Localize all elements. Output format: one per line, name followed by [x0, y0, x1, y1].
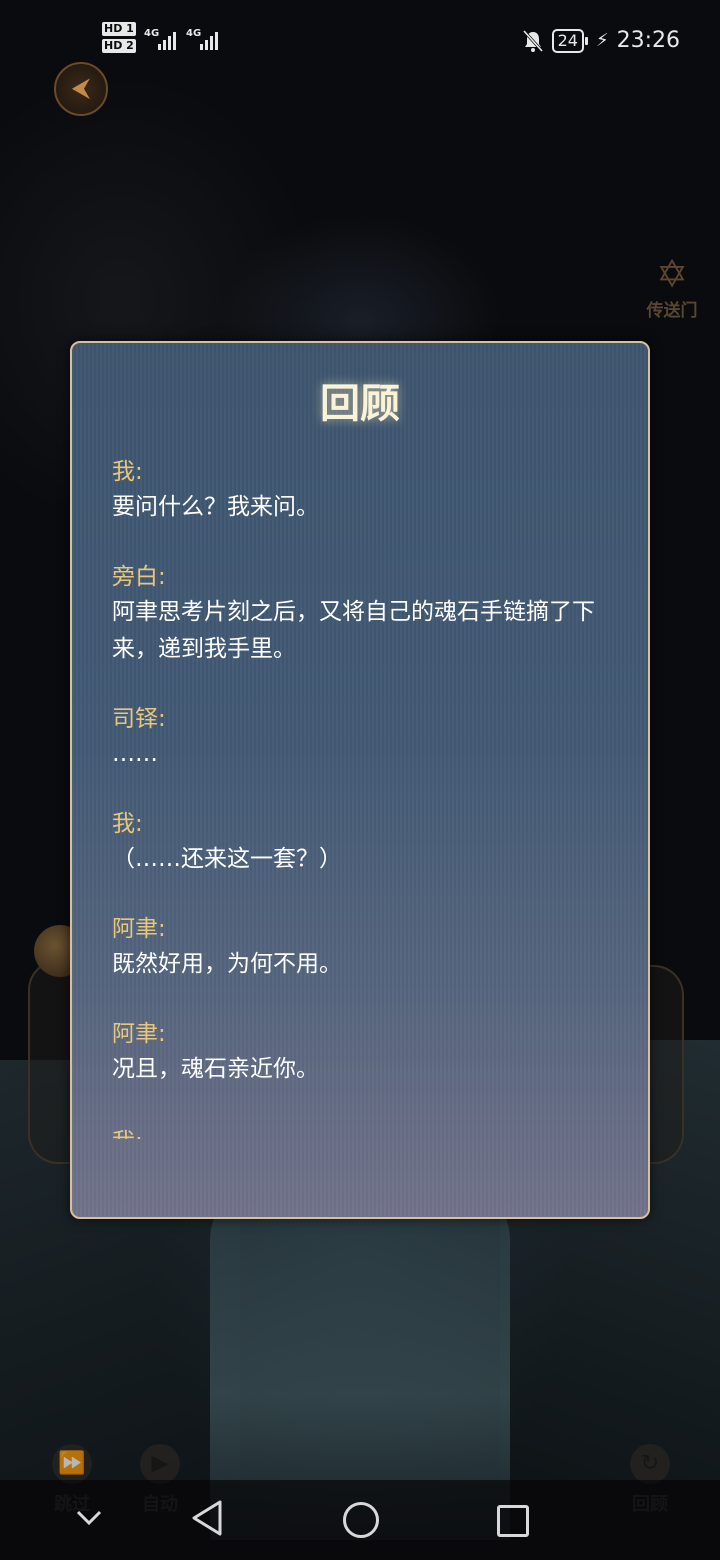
log-entry: 阿聿: 况且，魂石亲近你。 [112, 1017, 608, 1088]
dialogue-text: 况且，魂石亲近你。 [112, 1056, 319, 1082]
speaker-name: 我: [112, 811, 143, 837]
mute-bell-icon [522, 29, 543, 52]
hexagram-icon: ✡ [656, 252, 688, 296]
dialogue-text: 阿聿思考片刻之后，又将自己的魂石手链摘了下来，递到我手里。 [112, 599, 595, 662]
portal-button[interactable]: ✡ 传送门 [636, 252, 708, 321]
dialogue-text: …… [112, 741, 158, 767]
review-icon: ↻ [630, 1444, 670, 1484]
navigation-bar [0, 1480, 720, 1560]
back-arrow-icon: ⮜ [71, 73, 91, 103]
log-entry: 旁白: 阿聿思考片刻之后，又将自己的魂石手链摘了下来，递到我手里。 [112, 560, 608, 668]
speaker-name: 旁白: [112, 564, 166, 590]
dialogue-text: 既然好用，为何不用。 [112, 951, 342, 977]
hd2-badge: HD 2 [102, 39, 136, 53]
fast-forward-icon: ⏩ [52, 1444, 92, 1484]
charging-icon: ⚡ [595, 30, 609, 51]
signal-bars-1-icon [158, 30, 176, 50]
dialog-title: 回顾 [320, 380, 400, 427]
clock: 23:26 [616, 28, 680, 53]
network-type-1: 4G [144, 28, 160, 39]
speaker-name: 阿聿: [112, 1021, 166, 1047]
log-entry: 司铎: …… [112, 702, 608, 773]
portal-label: 传送门 [646, 301, 698, 321]
dialogue-text: 要问什么？我来问。 [112, 494, 319, 520]
log-entry: 阿聿: 既然好用，为何不用。 [112, 912, 608, 983]
log-entry: 我: （……还来这一套？） [112, 807, 608, 878]
network-type-2: 4G [186, 28, 202, 39]
nav-back-icon[interactable] [190, 1498, 224, 1538]
speaker-name: 司铎: [112, 706, 166, 732]
chevron-down-icon[interactable] [74, 1502, 104, 1532]
hd1-badge: HD 1 [102, 22, 136, 36]
speaker-name: 阿聿: [112, 916, 166, 942]
dialogue-log[interactable]: 我: 要问什么？我来问。 旁白: 阿聿思考片刻之后，又将自己的魂石手链摘了下来，… [112, 455, 608, 1122]
play-icon: ▶ [140, 1444, 180, 1484]
battery-level: 24 [551, 28, 589, 53]
dialogue-text: （……还来这一套？） [112, 846, 342, 872]
hd-indicators: HD 1 HD 2 [102, 22, 136, 56]
status-right: 24 ⚡ 23:26 [522, 28, 680, 53]
status-bar: HD 1 HD 2 4G 4G 24 ⚡ 23:26 [0, 0, 720, 84]
signal-bars-2-icon [200, 30, 218, 50]
speaker-name: 我: [112, 459, 143, 485]
review-dialog: 回顾 我: 要问什么？我来问。 旁白: 阿聿思考片刻之后，又将自己的魂石手链摘了… [70, 341, 650, 1219]
log-entry: 我: 要问什么？我来问。 [112, 455, 608, 526]
partial-speaker-name: 我: [112, 1125, 143, 1139]
nav-home-icon[interactable] [343, 1502, 379, 1538]
nav-recents-icon[interactable] [497, 1505, 529, 1537]
back-button[interactable]: ⮜ [54, 62, 108, 116]
